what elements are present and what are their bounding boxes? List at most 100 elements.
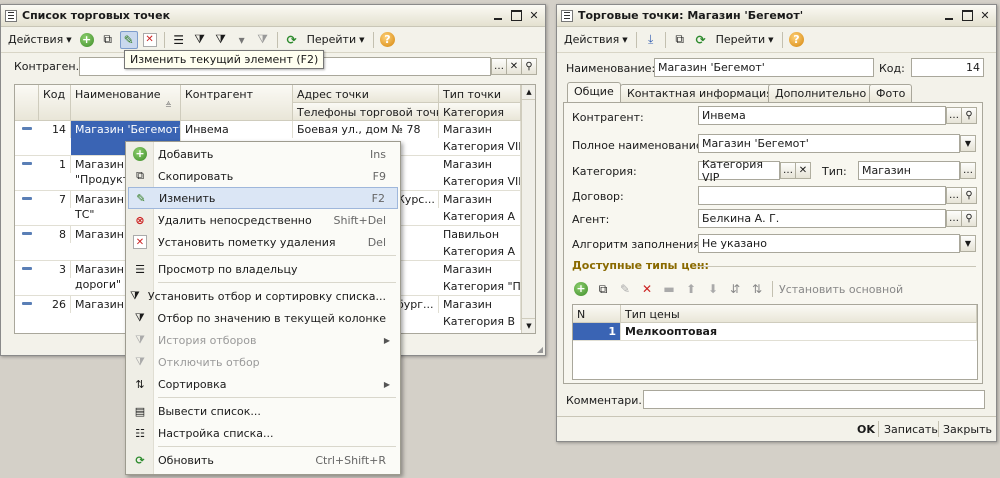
close-button[interactable] bbox=[978, 9, 992, 23]
column-header-point-type[interactable]: Тип точки bbox=[439, 85, 521, 103]
filter-value-icon[interactable]: ⧩ bbox=[212, 31, 230, 49]
category-input[interactable]: Категория VIP bbox=[698, 158, 780, 184]
close-button[interactable] bbox=[527, 9, 541, 23]
sort-descending-icon[interactable]: ⇅ bbox=[748, 280, 766, 298]
search-icon[interactable]: ⚲ bbox=[521, 58, 537, 75]
menu-item-add-label: Добавить bbox=[158, 147, 214, 161]
filter-sort-icon[interactable]: ⧩ bbox=[191, 31, 209, 49]
fill-algorithm-dropdown-button[interactable] bbox=[960, 235, 976, 252]
close-form-button[interactable]: Закрыть bbox=[943, 423, 992, 436]
menu-item-filter-sort[interactable]: ⧩ Установить отбор и сортировку списка..… bbox=[128, 285, 398, 307]
filter-history-icon[interactable]: ▾ bbox=[233, 31, 251, 49]
list-window-titlebar[interactable]: Список торговых точек bbox=[1, 5, 545, 27]
copy-icon[interactable]: ⧉ bbox=[594, 280, 612, 298]
form-window-titlebar[interactable]: Торговые точки: Магазин 'Бегемот' bbox=[557, 5, 996, 27]
full-name-input[interactable]: Магазин 'Бегемот' bbox=[698, 134, 960, 153]
set-main-button[interactable]: Установить основной bbox=[779, 283, 903, 296]
column-header-category[interactable]: Категория bbox=[439, 103, 521, 121]
mark-delete-icon[interactable]: ✕ bbox=[141, 31, 159, 49]
clear-icon[interactable]: ✕ bbox=[506, 58, 522, 75]
agent-input[interactable]: Белкина А. Г. bbox=[698, 209, 946, 228]
minimize-button[interactable] bbox=[942, 9, 956, 23]
price-types-table[interactable]: N Тип цены 1 Мелкооптовая bbox=[572, 304, 978, 380]
menu-item-filter-history[interactable]: ⧩ История отборов bbox=[128, 329, 398, 351]
menu-item-filter-off[interactable]: ⧩ Отключить отбор bbox=[128, 351, 398, 373]
minimize-button[interactable] bbox=[491, 9, 505, 23]
search-icon[interactable]: ⚲ bbox=[961, 210, 977, 227]
menu-item-mark-delete[interactable]: ✕ Установить пометку удаления Del bbox=[128, 231, 398, 253]
menu-item-print-list[interactable]: ▤ Вывести список... bbox=[128, 400, 398, 422]
edit-icon[interactable]: ✎ bbox=[119, 30, 138, 49]
table-row[interactable]: 1 Мелкооптовая bbox=[573, 323, 977, 341]
help-icon[interactable]: ? bbox=[788, 31, 806, 49]
counterparty-input[interactable]: Инвема bbox=[698, 106, 946, 125]
filter-off-icon[interactable]: ⧩ bbox=[254, 31, 272, 49]
select-button[interactable]: … bbox=[946, 210, 962, 227]
maximize-button[interactable] bbox=[960, 9, 974, 23]
copy-icon[interactable]: ⧉ bbox=[99, 31, 117, 49]
menu-item-edit[interactable]: ✎ Изменить F2 bbox=[128, 187, 398, 209]
save-and-close-icon[interactable]: ⤓ bbox=[642, 31, 660, 49]
edit-icon[interactable]: ✎ bbox=[616, 280, 634, 298]
select-button[interactable]: … bbox=[946, 187, 962, 204]
save-button[interactable]: Записать bbox=[884, 423, 938, 436]
add-icon[interactable]: + bbox=[78, 31, 96, 49]
select-button[interactable]: … bbox=[960, 162, 976, 179]
search-icon[interactable]: ⚲ bbox=[961, 187, 977, 204]
code-input[interactable]: 14 bbox=[911, 58, 984, 77]
column-header-marker[interactable] bbox=[15, 85, 39, 121]
table-scrollbar[interactable]: ▲ ▼ bbox=[521, 85, 535, 333]
refresh-icon[interactable]: ⟳ bbox=[283, 31, 301, 49]
menu-item-filter-value[interactable]: ⧩ Отбор по значению в текущей колонке bbox=[128, 307, 398, 329]
delete-icon[interactable]: ✕ bbox=[638, 280, 656, 298]
move-up-icon[interactable]: ⬆ bbox=[682, 280, 700, 298]
menu-item-add[interactable]: + Добавить Ins bbox=[128, 143, 398, 165]
resize-grip-icon[interactable]: ◢ bbox=[537, 345, 543, 354]
select-button[interactable]: … bbox=[946, 107, 962, 124]
tab-photo[interactable]: Фото bbox=[869, 84, 913, 102]
owner-view-icon[interactable]: ☰ bbox=[170, 31, 188, 49]
menu-item-delete-directly[interactable]: ⊗ Удалить непосредственно Shift+Del bbox=[128, 209, 398, 231]
goto-menu-button[interactable]: Перейти ▼ bbox=[304, 31, 368, 48]
clear-icon[interactable]: ✕ bbox=[795, 162, 811, 179]
select-button[interactable]: … bbox=[780, 162, 796, 179]
tab-general[interactable]: Общие bbox=[567, 82, 621, 103]
column-header-counterparty[interactable]: Контрагент bbox=[181, 85, 293, 121]
help-icon[interactable]: ? bbox=[379, 31, 397, 49]
goto-menu-button[interactable]: Перейти ▼ bbox=[713, 31, 777, 48]
menu-item-list-settings[interactable]: ☷ Настройка списка... bbox=[128, 422, 398, 444]
cell-type: Павильон bbox=[439, 226, 521, 243]
add-icon[interactable]: + bbox=[572, 280, 590, 298]
actions-menu-button[interactable]: Действия ▼ bbox=[5, 31, 75, 48]
name-input[interactable]: Магазин 'Бегемот' bbox=[654, 58, 874, 77]
scroll-down-button[interactable]: ▼ bbox=[522, 318, 535, 333]
menu-item-owner-view[interactable]: ☰ Просмотр по владельцу bbox=[128, 258, 398, 280]
column-header-address[interactable]: Адрес точки bbox=[293, 85, 439, 103]
menu-item-refresh[interactable]: ⟳ Обновить Ctrl+Shift+R bbox=[128, 449, 398, 471]
column-header-price-type[interactable]: Тип цены bbox=[621, 305, 977, 323]
tab-contact-info[interactable]: Контактная информация bbox=[620, 84, 780, 102]
ok-button[interactable]: OK bbox=[857, 423, 875, 436]
column-header-code[interactable]: Код bbox=[39, 85, 71, 121]
end-edit-icon[interactable]: ▬ bbox=[660, 280, 678, 298]
fill-algorithm-select[interactable]: Не указано bbox=[698, 234, 960, 253]
column-header-phones[interactable]: Телефоны торговой точки bbox=[293, 103, 439, 121]
type-input[interactable]: Магазин bbox=[858, 161, 960, 180]
menu-item-copy[interactable]: ⧉ Скопировать F9 bbox=[128, 165, 398, 187]
search-icon[interactable]: ⚲ bbox=[961, 107, 977, 124]
full-name-dropdown-button[interactable] bbox=[960, 135, 976, 152]
actions-menu-button[interactable]: Действия ▼ bbox=[561, 31, 631, 48]
select-button[interactable]: … bbox=[491, 58, 507, 75]
comment-input[interactable] bbox=[643, 390, 985, 409]
column-header-name[interactable]: Наименование ≜ bbox=[71, 85, 181, 121]
menu-item-sort[interactable]: ⇅ Сортировка bbox=[128, 373, 398, 395]
copy-icon[interactable]: ⧉ bbox=[671, 31, 689, 49]
maximize-button[interactable] bbox=[509, 9, 523, 23]
contract-input[interactable] bbox=[698, 186, 946, 205]
sort-ascending-icon[interactable]: ⇵ bbox=[726, 280, 744, 298]
refresh-icon[interactable]: ⟳ bbox=[692, 31, 710, 49]
column-header-n[interactable]: N bbox=[573, 305, 621, 323]
tab-additional[interactable]: Дополнительно bbox=[768, 84, 874, 102]
scroll-up-button[interactable]: ▲ bbox=[522, 85, 535, 100]
move-down-icon[interactable]: ⬇ bbox=[704, 280, 722, 298]
